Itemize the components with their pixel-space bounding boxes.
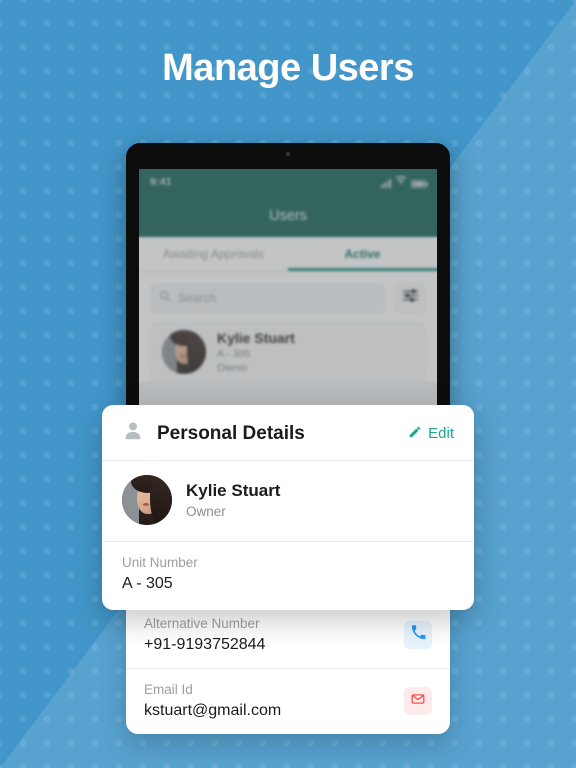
alternative-number-label: Alternative Number [144, 616, 260, 631]
avatar [122, 475, 172, 525]
page-title-personal-details: Personal Details [157, 422, 305, 444]
person-role: Owner [186, 504, 226, 519]
email-button[interactable] [404, 687, 432, 715]
pencil-icon [408, 425, 422, 443]
front-camera-icon [286, 152, 290, 156]
personal-details-card: Personal Details Edit Kylie Stuart Owner… [102, 405, 474, 610]
contact-row-alternative-number: Alternative Number +91-9193752844 [126, 603, 450, 668]
unit-number-value: A - 305 [122, 575, 173, 592]
personal-details-header: Personal Details Edit [102, 405, 474, 461]
edit-label: Edit [428, 425, 454, 442]
page-title: Manage Users [162, 47, 414, 89]
personal-details-person-row: Kylie Stuart Owner [102, 461, 474, 542]
alternative-number-value: +91-9193752844 [144, 636, 266, 653]
phone-icon [411, 625, 426, 645]
envelope-icon [411, 692, 425, 711]
email-label: Email Id [144, 682, 193, 697]
contact-row-email: Email Id kstuart@gmail.com [126, 668, 450, 734]
call-button[interactable] [404, 621, 432, 649]
unit-number-field: Unit Number A - 305 [102, 542, 474, 610]
person-name: Kylie Stuart [186, 481, 281, 500]
person-icon [122, 420, 144, 447]
email-value: kstuart@gmail.com [144, 702, 282, 719]
edit-button[interactable]: Edit [408, 425, 454, 443]
unit-number-label: Unit Number [122, 555, 198, 570]
contact-details-card: Alternative Number +91-9193752844 Email … [126, 603, 450, 734]
